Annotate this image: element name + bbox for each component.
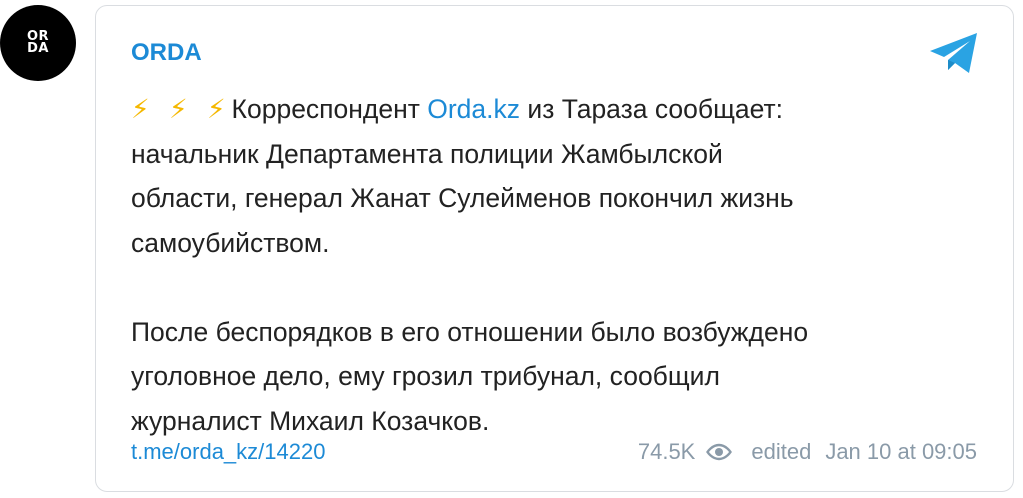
lightning-emoji-icons: ⚡ ⚡ ⚡: [131, 94, 232, 124]
message-text: После беспорядков в его отношении было в…: [131, 316, 809, 347]
channel-avatar[interactable]: OR DA: [0, 5, 76, 81]
message-text: уголовное дело, ему грозил трибунал, соо…: [131, 361, 720, 391]
telegram-plane-icon[interactable]: [928, 31, 980, 76]
message-paragraph-2: После беспорядков в его отношении было в…: [131, 310, 991, 444]
message-text: из Тараза сообщает:: [520, 94, 783, 124]
message-paragraph-1: ⚡ ⚡ ⚡Корреспондент Orda.kz из Тараза соо…: [131, 87, 991, 265]
post-permalink[interactable]: t.me/orda_kz/14220: [131, 439, 325, 465]
message-text: самоубийством.: [131, 227, 330, 258]
avatar-text-bottom: DA: [27, 41, 49, 56]
post-card: ORDA ⚡ ⚡ ⚡Корреспондент Orda.kz из Тараз…: [95, 5, 1014, 492]
post-message: ⚡ ⚡ ⚡Корреспондент Orda.kz из Тараза соо…: [131, 87, 991, 443]
post-meta: 74.5K edited Jan 10 at 09:05: [638, 439, 977, 465]
message-text: начальник Департамента полиции Жамбылско…: [131, 138, 723, 169]
eye-icon: [706, 443, 733, 461]
orda-kz-link[interactable]: Orda.kz: [427, 94, 520, 124]
post-date: Jan 10 at 09:05: [825, 439, 977, 464]
message-text: области, генерал Жанат Сулейменов поконч…: [131, 183, 794, 213]
edited-label: edited: [751, 439, 812, 464]
view-count: 74.5K: [637, 439, 696, 464]
message-text: журналист Михаил Козачков.: [131, 405, 490, 436]
channel-name-link[interactable]: ORDA: [131, 39, 202, 67]
message-text: Корреспондент: [231, 94, 428, 124]
